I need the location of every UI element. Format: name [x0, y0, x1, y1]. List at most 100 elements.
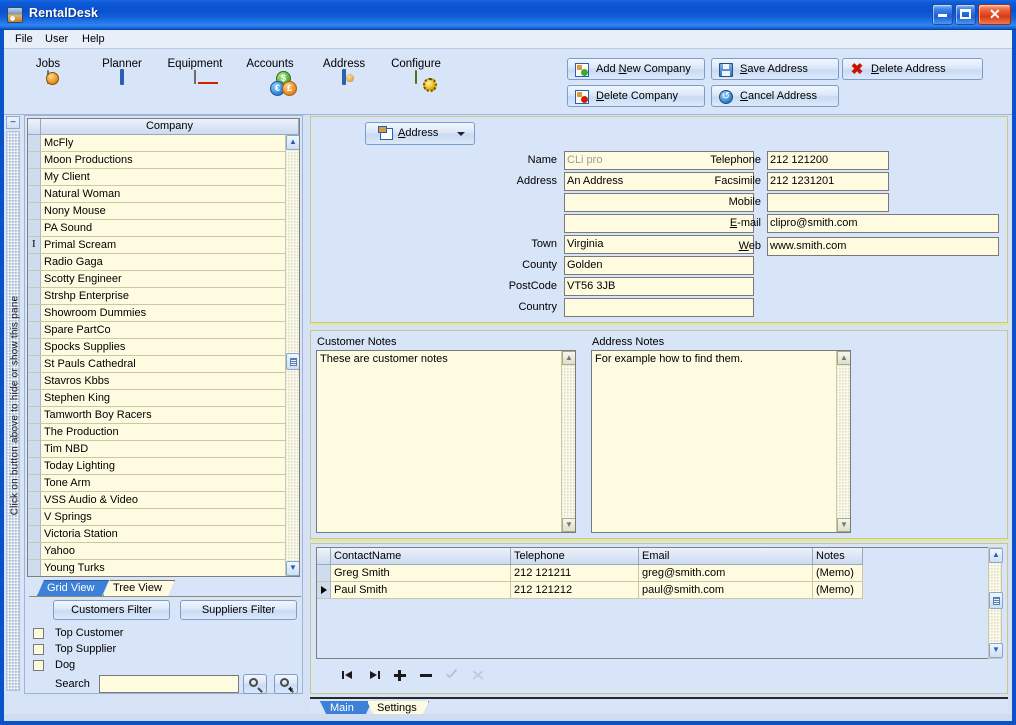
- table-row[interactable]: Stephen King: [28, 390, 285, 407]
- cell-contactname[interactable]: Greg Smith: [331, 565, 511, 582]
- table-row[interactable]: The Production: [28, 424, 285, 441]
- checkbox-dog[interactable]: Dog: [33, 659, 75, 671]
- table-row[interactable]: Scotty Engineer: [28, 271, 285, 288]
- checkbox-box-top-supplier[interactable]: [33, 644, 44, 655]
- row-indicator[interactable]: [28, 288, 41, 304]
- search-input[interactable]: [99, 675, 239, 693]
- row-indicator[interactable]: [28, 356, 41, 372]
- cell-contactname[interactable]: Paul Smith: [331, 582, 511, 599]
- checkbox-top-customer[interactable]: Top Customer: [33, 627, 123, 639]
- customer-notes-memo[interactable]: These are customer notes ▲ ▼: [316, 350, 576, 533]
- column-header-company[interactable]: Company: [41, 119, 299, 135]
- cancel-edit-button[interactable]: [471, 668, 485, 682]
- add-new-company-button[interactable]: Add New Company: [567, 58, 705, 80]
- delete-record-button[interactable]: [419, 668, 433, 682]
- column-header-email[interactable]: Email: [639, 548, 813, 565]
- toolbar-button-configure[interactable]: Configure: [376, 57, 456, 109]
- row-indicator[interactable]: [28, 492, 41, 508]
- row-indicator[interactable]: [28, 390, 41, 406]
- last-record-button[interactable]: [367, 668, 381, 682]
- label-web[interactable]: Web: [501, 240, 761, 252]
- cancel-address-button[interactable]: ↺ Cancel Address: [711, 85, 839, 107]
- search-button[interactable]: [243, 674, 267, 694]
- table-row[interactable]: Radio Gaga: [28, 254, 285, 271]
- scroll-up-icon[interactable]: ▲: [286, 135, 299, 150]
- table-row[interactable]: Tim NBD: [28, 441, 285, 458]
- splitter-grip[interactable]: Click on button above to hide or show th…: [6, 131, 21, 691]
- insert-record-button[interactable]: [393, 668, 407, 682]
- minimize-button[interactable]: [932, 4, 953, 25]
- column-header-notes[interactable]: Notes: [813, 548, 863, 565]
- address-record-dropdown[interactable]: Address: [365, 122, 475, 145]
- column-header-contactname[interactable]: ContactName: [331, 548, 511, 565]
- table-row[interactable]: Spocks Supplies: [28, 339, 285, 356]
- field-web[interactable]: www.smith.com: [767, 237, 999, 256]
- scroll-up-icon[interactable]: ▲: [562, 351, 575, 365]
- checkbox-box-top-customer[interactable]: [33, 628, 44, 639]
- search-add-button[interactable]: +: [274, 674, 298, 694]
- row-indicator[interactable]: [28, 424, 41, 440]
- field-postcode[interactable]: VT56 3JB: [564, 277, 754, 296]
- table-row[interactable]: Primal Scream: [28, 237, 285, 254]
- table-row[interactable]: McFly: [28, 135, 285, 152]
- row-indicator[interactable]: [28, 543, 41, 559]
- row-indicator[interactable]: [28, 271, 41, 287]
- chevron-down-icon[interactable]: [457, 132, 465, 136]
- field-telephone[interactable]: 212 121200: [767, 151, 889, 170]
- scroll-down-icon[interactable]: ▼: [837, 518, 850, 532]
- cell-email[interactable]: greg@smith.com: [639, 565, 813, 582]
- cell-telephone[interactable]: 212 121212: [511, 582, 639, 599]
- customers-filter-button[interactable]: Customers Filter: [53, 600, 170, 620]
- table-row[interactable]: My Client: [28, 169, 285, 186]
- row-indicator[interactable]: [28, 305, 41, 321]
- toolbar-button-equipment[interactable]: Equipment: [155, 57, 235, 109]
- row-indicator[interactable]: [28, 407, 41, 423]
- row-indicator[interactable]: [28, 322, 41, 338]
- save-address-button[interactable]: Save Address: [711, 58, 839, 80]
- row-indicator[interactable]: [28, 458, 41, 474]
- row-indicator[interactable]: [28, 441, 41, 457]
- row-indicator[interactable]: [28, 203, 41, 219]
- toolbar-button-accounts[interactable]: Accounts $ € £: [230, 57, 310, 109]
- table-row[interactable]: Nony Mouse: [28, 203, 285, 220]
- table-row[interactable]: St Pauls Cathedral: [28, 356, 285, 373]
- table-row[interactable]: Spare PartCo: [28, 322, 285, 339]
- row-indicator[interactable]: [28, 186, 41, 202]
- checkbox-box-dog[interactable]: [33, 660, 44, 671]
- address-notes-memo[interactable]: For example how to find them. ▲ ▼: [591, 350, 851, 533]
- scroll-down-icon[interactable]: ▼: [562, 518, 575, 532]
- table-row[interactable]: Today Lighting: [28, 458, 285, 475]
- field-country[interactable]: [564, 298, 754, 317]
- company-grid-body[interactable]: McFly Moon Productions My Client Natural Wo…: [28, 135, 285, 576]
- row-indicator[interactable]: [317, 582, 331, 599]
- field-mobile[interactable]: [767, 193, 889, 212]
- row-indicator[interactable]: [28, 135, 41, 151]
- company-grid-scrollbar[interactable]: ▲ ▼: [285, 135, 299, 576]
- tab-grid-view[interactable]: Grid View: [37, 580, 109, 596]
- suppliers-filter-button[interactable]: Suppliers Filter: [180, 600, 297, 620]
- scrollbar-thumb[interactable]: [989, 592, 1003, 609]
- menu-item-file[interactable]: File: [10, 33, 38, 45]
- row-indicator[interactable]: [317, 565, 331, 582]
- checkbox-top-supplier[interactable]: Top Supplier: [33, 643, 116, 655]
- table-row[interactable]: Paul Smith 212 121212 paul@smith.com (Memo): [317, 582, 988, 599]
- column-header-telephone[interactable]: Telephone: [511, 548, 639, 565]
- row-indicator[interactable]: [28, 237, 41, 253]
- label-email[interactable]: E-mail: [501, 217, 761, 229]
- row-indicator[interactable]: [28, 254, 41, 270]
- row-indicator[interactable]: [28, 339, 41, 355]
- scrollbar-thumb[interactable]: [286, 353, 299, 370]
- row-indicator[interactable]: [28, 560, 41, 576]
- menu-item-help[interactable]: Help: [77, 33, 110, 45]
- table-row[interactable]: Yahoo: [28, 543, 285, 560]
- scroll-up-icon[interactable]: ▲: [837, 351, 850, 365]
- table-row[interactable]: Showroom Dummies: [28, 305, 285, 322]
- table-row[interactable]: VSS Audio & Video: [28, 492, 285, 509]
- table-row[interactable]: Natural Woman: [28, 186, 285, 203]
- menu-item-user[interactable]: User: [40, 33, 73, 45]
- row-indicator[interactable]: [28, 220, 41, 236]
- table-row[interactable]: Victoria Station: [28, 526, 285, 543]
- table-row[interactable]: Young Turks: [28, 560, 285, 576]
- toolbar-button-address[interactable]: Address: [304, 57, 384, 109]
- row-indicator[interactable]: [28, 509, 41, 525]
